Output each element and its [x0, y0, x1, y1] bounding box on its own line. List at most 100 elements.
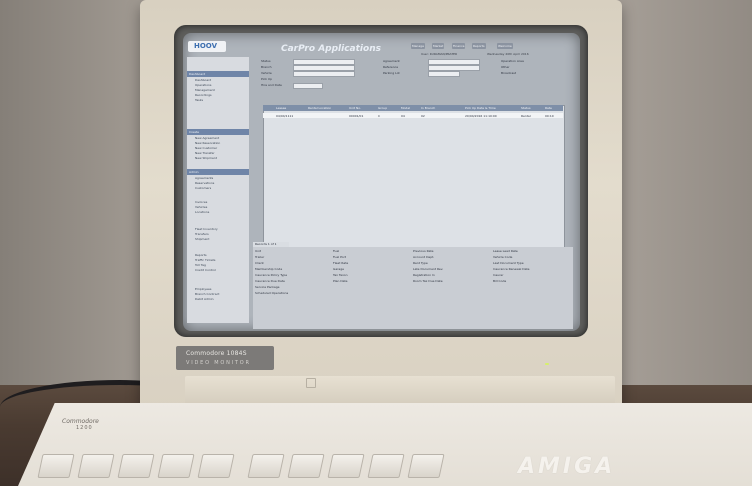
- grid-col-header[interactable]: Pick Up Date & Time: [465, 106, 496, 110]
- detail-label: Vehicle Code: [493, 255, 513, 259]
- filter-label: Reference: [383, 65, 399, 69]
- detail-label: Bill Code: [493, 279, 507, 283]
- sidebar-item[interactable]: Branch Contract: [195, 292, 219, 296]
- power-button[interactable]: [306, 378, 316, 388]
- sidebar-item[interactable]: Management: [195, 88, 215, 92]
- sidebar-item[interactable]: Employees: [195, 287, 211, 291]
- detail-label: Insurance Policy Type: [255, 273, 288, 277]
- table-row[interactable]: [263, 113, 563, 118]
- sidebar-item[interactable]: New Transfer: [195, 151, 215, 155]
- detail-panel: [253, 247, 573, 329]
- grid-cell: Rental: [521, 114, 531, 118]
- grid-cell: 04/04/1111: [276, 114, 294, 118]
- sidebar-item[interactable]: Locations: [195, 210, 209, 214]
- keyboard-key[interactable]: [197, 454, 235, 478]
- detail-label: Trailer: [255, 255, 265, 259]
- sidebar-item[interactable]: Customers: [195, 186, 211, 190]
- sidebar-item[interactable]: New Customer: [195, 146, 217, 150]
- detail-label: Fuel Port: [333, 255, 347, 259]
- filter-label: Agreement: [383, 59, 400, 63]
- grid-cell: 02: [421, 114, 425, 118]
- sidebar-section-dashboard[interactable]: Dashboard: [187, 71, 249, 77]
- sidebar-item[interactable]: Tasks: [195, 98, 203, 102]
- sidebar-item[interactable]: Toll Tag: [195, 263, 206, 267]
- sidebar-section-create[interactable]: Create: [187, 129, 249, 135]
- grid-col-header[interactable]: Unit No.: [349, 106, 361, 110]
- grid-col-header[interactable]: Model: [401, 106, 410, 110]
- detail-label: Lease Lead Rate: [493, 249, 518, 253]
- tab-manage[interactable]: Manage: [411, 43, 425, 49]
- tab-market[interactable]: Market: [432, 43, 445, 49]
- detail-label: Late Document Rev.: [413, 267, 444, 271]
- grid-col-header[interactable]: Group: [378, 106, 387, 110]
- grid-col-header[interactable]: Rental Location: [308, 106, 331, 110]
- tab-reports[interactable]: Reports: [472, 43, 486, 49]
- detail-label: Registration In: [413, 273, 435, 277]
- app-logo: HOOV: [194, 42, 217, 50]
- keyboard-key[interactable]: [367, 454, 405, 478]
- filter-label: Other: [501, 65, 510, 69]
- current-user: User: KURAMAN/PRATER: [421, 52, 458, 56]
- detail-label: Fleet Rate: [333, 261, 349, 265]
- sidebar-item[interactable]: New Shipment: [195, 156, 217, 160]
- sidebar-item[interactable]: Invoices: [195, 200, 207, 204]
- keyboard-wordmark: AMIGA: [518, 454, 616, 479]
- parking-lot-field[interactable]: [428, 71, 460, 77]
- keyboard-key[interactable]: [37, 454, 75, 478]
- keyboard-key[interactable]: [287, 454, 325, 478]
- sidebar-item[interactable]: Fleet Inventory: [195, 227, 218, 231]
- detail-label: Plan Date: [333, 279, 348, 283]
- sidebar-item[interactable]: Shipment: [195, 237, 209, 241]
- sidebar-item[interactable]: Transfers: [195, 232, 209, 236]
- sidebar-item[interactable]: Recordings: [195, 93, 212, 97]
- detail-label: Insurance Due Date: [255, 279, 285, 283]
- keyboard-badge: Commodore 1200: [62, 418, 99, 431]
- app-title: CarPro Applications: [281, 44, 381, 54]
- tab-welcome[interactable]: Welcome: [497, 43, 513, 49]
- detail-label: Insurance Renewal Date: [493, 267, 530, 271]
- sidebar-item[interactable]: Credit Control: [195, 268, 216, 272]
- sidebar-item[interactable]: Reservations: [195, 181, 214, 185]
- sidebar-section-admin[interactable]: Admin: [187, 169, 249, 175]
- filter-label: Vehicle: [261, 71, 272, 75]
- sidebar-item[interactable]: Operations: [195, 83, 212, 87]
- results-grid: [263, 105, 565, 257]
- sidebar-item[interactable]: Traffic Tickets: [195, 258, 215, 262]
- keyboard-key[interactable]: [157, 454, 195, 478]
- keyboard-key[interactable]: [327, 454, 365, 478]
- detail-label: Client: [255, 261, 264, 265]
- keyboard-key[interactable]: [407, 454, 445, 478]
- detail-label: Account Dept.: [413, 255, 435, 259]
- grid-col-header[interactable]: Lessee: [276, 106, 286, 110]
- grid-cell: 00001/01: [349, 114, 364, 118]
- keyboard-key[interactable]: [77, 454, 115, 478]
- vehicle-select[interactable]: [293, 71, 355, 77]
- hire-date-select[interactable]: [293, 83, 323, 89]
- monitor-brand: Commodore 1084S: [186, 350, 247, 357]
- sidebar-item[interactable]: Agreements: [195, 176, 213, 180]
- keyboard-model: 1200: [76, 425, 93, 431]
- keyboard-key[interactable]: [247, 454, 285, 478]
- sidebar-item[interactable]: Vehicles: [195, 205, 207, 209]
- detail-label: Service Package: [255, 285, 280, 289]
- sidebar-item[interactable]: Debit Admin: [195, 297, 214, 301]
- detail-label: Insurer: [493, 273, 504, 277]
- filter-label: Pick Up: [261, 77, 273, 81]
- grid-cell: 00:10: [545, 114, 554, 118]
- grid-col-header[interactable]: Rate: [545, 106, 552, 110]
- sidebar-item[interactable]: Dashboard: [195, 78, 211, 82]
- app-sidebar: Dashboard Dashboard Operations Managemen…: [187, 57, 249, 323]
- grid-cell: 20/04/2016 11:10:00: [465, 114, 497, 118]
- grid-col-header[interactable]: Status: [521, 106, 531, 110]
- keyboard-key[interactable]: [117, 454, 155, 478]
- filter-label: Branch: [261, 65, 272, 69]
- detail-label: Membership Code: [255, 267, 283, 271]
- sidebar-item[interactable]: Reports: [195, 253, 207, 257]
- sidebar-item[interactable]: New Reservation: [195, 141, 220, 145]
- grid-col-header[interactable]: In Branch: [421, 106, 435, 110]
- detail-label: Scheduled Operations: [255, 291, 289, 295]
- sidebar-item[interactable]: New Agreement: [195, 136, 219, 140]
- detail-label: Tax Taxon: [333, 273, 348, 277]
- tab-finance[interactable]: Finance: [452, 43, 466, 49]
- detail-label: Garage: [333, 267, 344, 271]
